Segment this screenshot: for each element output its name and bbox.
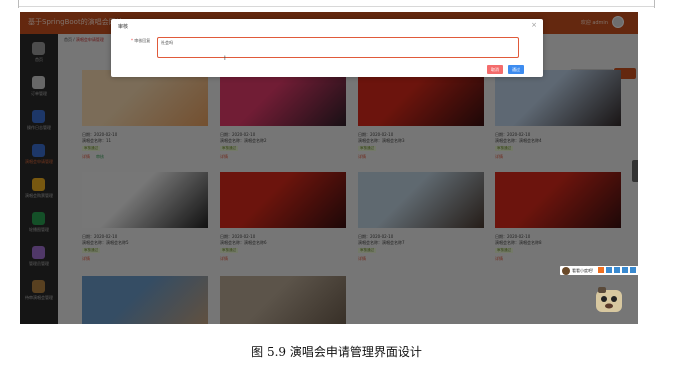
widget-toolbar-icon[interactable] <box>598 267 638 274</box>
field-label-text: 审核回复 <box>134 38 151 43</box>
field-label: * 审核回复 <box>131 38 151 43</box>
mascot-icon <box>596 287 622 312</box>
margin-mark-right <box>654 0 655 8</box>
review-reply-field[interactable]: 社会吗 <box>157 37 519 58</box>
dialog-title: 审核 <box>118 24 129 30</box>
assistant-text: 看看小度吧! <box>572 268 594 273</box>
side-scroll-tab[interactable] <box>632 160 638 182</box>
assistant-widget[interactable]: 看看小度吧! <box>560 266 638 275</box>
page-top-border <box>18 6 654 7</box>
review-dialog: 审核 × * 审核回复 社会吗 I 取消 通过 <box>111 19 543 77</box>
screenshot: 基于SpringBoot的演唱会网站 欢迎 admin 首页订单管理操作日志管理… <box>20 12 638 324</box>
close-icon[interactable]: × <box>531 21 537 30</box>
text-cursor-icon: I <box>224 55 226 62</box>
margin-mark-left <box>18 0 19 8</box>
approve-button[interactable]: 通过 <box>508 65 524 74</box>
cancel-button[interactable]: 取消 <box>487 65 503 74</box>
mascot-head-icon <box>562 267 570 275</box>
figure-caption: 图 5.9 演唱会申请管理界面设计 <box>251 345 422 359</box>
